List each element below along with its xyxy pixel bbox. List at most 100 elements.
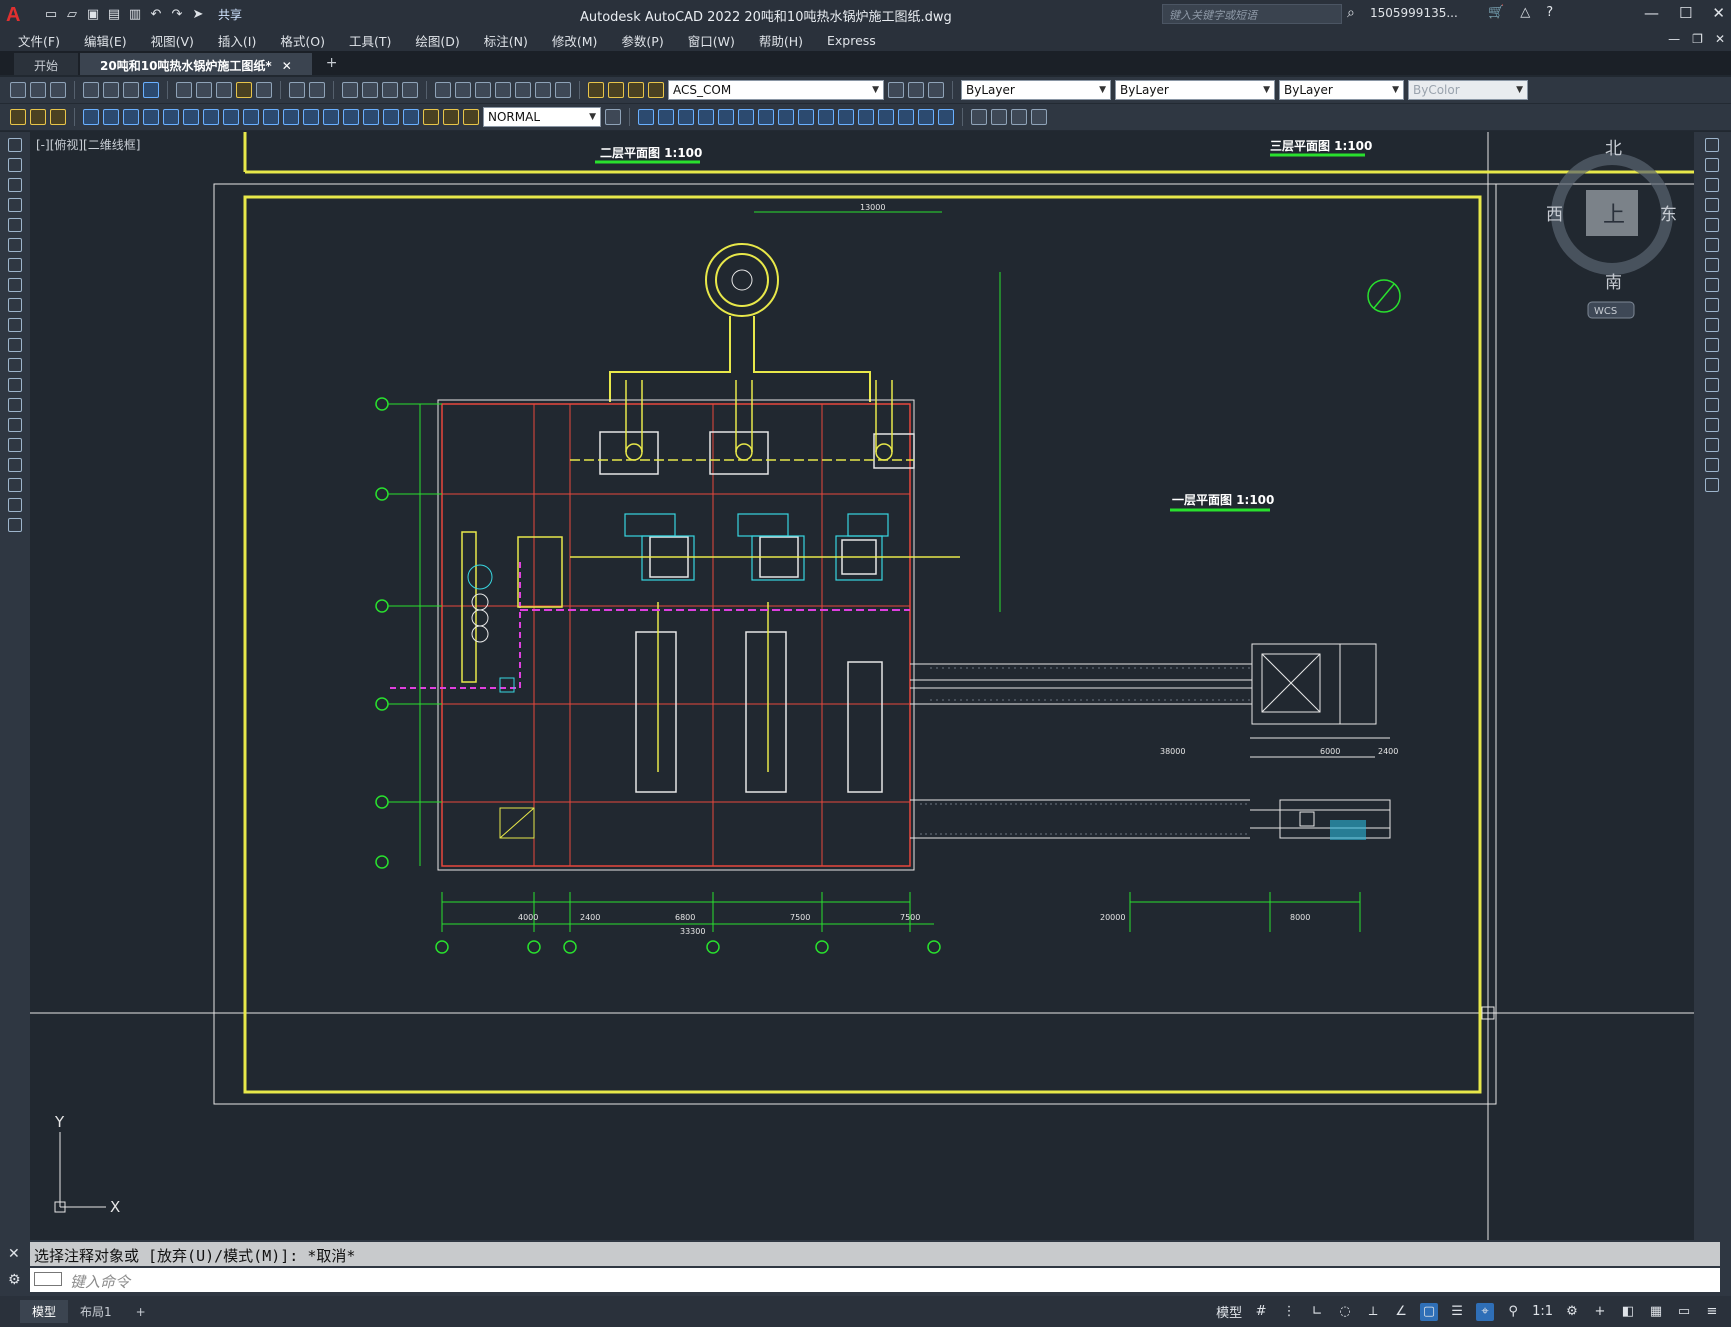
center-mark-icon[interactable] — [363, 109, 379, 125]
dim-style-icon[interactable] — [605, 109, 621, 125]
revision-cloud-icon[interactable] — [8, 278, 22, 292]
tool-palettes-icon[interactable] — [475, 82, 491, 98]
dimstyle-dropdown[interactable]: NORMAL ▼ — [483, 107, 601, 127]
plot-toolbar-icon[interactable] — [83, 82, 99, 98]
menu-help[interactable]: 帮助(H) — [759, 31, 803, 50]
block-editor-icon[interactable] — [256, 82, 272, 98]
wcs-menu[interactable]: WCS — [1594, 306, 1617, 317]
doc-restore-icon[interactable]: ❐ — [1692, 32, 1703, 46]
tab-model[interactable]: 模型 — [20, 1300, 69, 1323]
annotation-scale[interactable]: 1:1 — [1532, 1304, 1553, 1319]
dim-break-icon[interactable] — [323, 109, 339, 125]
linear-dim-icon[interactable] — [83, 109, 99, 125]
join-vertical-icon[interactable] — [1705, 398, 1719, 412]
erase-vertical-icon[interactable] — [1705, 138, 1719, 152]
hatch-icon[interactable] — [8, 418, 22, 432]
point-icon[interactable] — [8, 398, 22, 412]
continue-dim-icon[interactable] — [283, 109, 299, 125]
cart-icon[interactable]: 🛒 — [1488, 5, 1504, 20]
tab-layout1[interactable]: 布局1 — [68, 1300, 124, 1323]
bring-above-icon[interactable] — [1031, 109, 1047, 125]
doc-close-icon[interactable]: ✕ — [1715, 32, 1725, 46]
scale-vertical-icon[interactable] — [1705, 278, 1719, 292]
qnew-icon[interactable] — [10, 82, 26, 98]
autocad-logo[interactable]: A — [6, 4, 28, 26]
ortho-icon[interactable]: ∟ — [1308, 1303, 1326, 1321]
menu-window[interactable]: 窗口(W) — [688, 31, 735, 50]
circle-icon[interactable] — [8, 258, 22, 272]
angular-dim-icon[interactable] — [223, 109, 239, 125]
new-tab-icon[interactable]: + — [314, 51, 350, 75]
draw-order-icon[interactable] — [971, 109, 987, 125]
tab-start[interactable]: 开始 — [14, 53, 79, 75]
trim-icon[interactable] — [818, 109, 834, 125]
layer-state-icon[interactable] — [928, 82, 944, 98]
sheet-set-icon[interactable] — [495, 82, 511, 98]
construction-line-icon[interactable] — [8, 158, 22, 172]
join-icon[interactable] — [878, 109, 894, 125]
zoom-previous-icon[interactable] — [402, 82, 418, 98]
viewcube-north[interactable]: 北 — [1605, 139, 1622, 159]
osnap-tracking-icon[interactable]: ∠ — [1392, 1303, 1410, 1321]
dim-text-edit-icon[interactable] — [443, 109, 459, 125]
rotate-icon[interactable] — [758, 109, 774, 125]
share-button[interactable]: 共享 — [218, 6, 242, 23]
maximize-icon[interactable]: ☐ — [1679, 4, 1692, 22]
save-as-icon[interactable]: ▤ — [107, 7, 121, 22]
chamfer-vertical-icon[interactable] — [1705, 418, 1719, 432]
radius-dim-icon[interactable] — [163, 109, 179, 125]
new-file-icon[interactable]: ▭ — [44, 7, 58, 22]
fillet-vertical-icon[interactable] — [1705, 438, 1719, 452]
tab-close-icon[interactable]: ✕ — [282, 59, 292, 73]
menu-insert[interactable]: 插入(I) — [218, 31, 256, 50]
break-icon[interactable] — [858, 109, 874, 125]
viewcube-south[interactable]: 南 — [1605, 273, 1622, 293]
customize-icon[interactable]: ⚙ — [8, 1272, 21, 1288]
explode-vertical-icon[interactable] — [1705, 478, 1719, 492]
polar-icon[interactable]: ◌ — [1336, 1303, 1354, 1321]
scale-icon[interactable] — [778, 109, 794, 125]
undo-icon[interactable]: ↶ — [149, 7, 163, 22]
viewport-controls-label[interactable]: [-][俯视][二维线框] — [36, 136, 140, 153]
arc-icon[interactable] — [8, 238, 22, 252]
arc-length-icon[interactable] — [123, 109, 139, 125]
customize-status-icon[interactable]: ≡ — [1703, 1303, 1721, 1321]
save-icon[interactable]: ▣ — [86, 7, 100, 22]
select-similar-icon[interactable] — [50, 109, 66, 125]
save-toolbar-icon[interactable] — [50, 82, 66, 98]
markup-icon[interactable] — [515, 82, 531, 98]
aligned-dim-icon[interactable] — [103, 109, 119, 125]
menu-view[interactable]: 视图(V) — [151, 31, 194, 50]
menu-tools[interactable]: 工具(T) — [349, 31, 391, 50]
drawing-viewport[interactable]: [-][俯视][二维线框] 二层平面图 1:100 三层平面图 1:100 一层… — [30, 132, 1694, 1240]
menu-draw[interactable]: 绘图(D) — [415, 31, 459, 50]
tolerance-icon[interactable] — [343, 109, 359, 125]
extend-vertical-icon[interactable] — [1705, 338, 1719, 352]
user-account[interactable]: 1505999135... — [1370, 6, 1458, 20]
copy-vertical-icon[interactable] — [1705, 158, 1719, 172]
autodesk-app-icon[interactable]: △ — [1520, 5, 1530, 20]
insert-block-icon[interactable] — [8, 358, 22, 372]
blend-vertical-icon[interactable] — [1705, 458, 1719, 472]
array-icon[interactable] — [718, 109, 734, 125]
diameter-dim-icon[interactable] — [203, 109, 219, 125]
move-icon[interactable] — [738, 109, 754, 125]
clean-screen-icon[interactable]: ▭ — [1675, 1303, 1693, 1321]
viewcube-face[interactable]: 上 — [1603, 203, 1625, 228]
match-prop-icon[interactable] — [10, 109, 26, 125]
zoom-window-icon[interactable] — [382, 82, 398, 98]
mirror-vertical-icon[interactable] — [1705, 178, 1719, 192]
close-command-line-icon[interactable]: ✕ — [8, 1246, 20, 1262]
layer-lock-icon[interactable] — [648, 82, 664, 98]
mirror-icon[interactable] — [678, 109, 694, 125]
close-icon[interactable]: ✕ — [1712, 4, 1725, 22]
fillet-icon[interactable] — [918, 109, 934, 125]
plot-icon[interactable]: ▥ — [128, 7, 142, 22]
isodraft-icon[interactable]: ⟂ — [1364, 1303, 1382, 1321]
quick-select-icon[interactable] — [30, 109, 46, 125]
polygon-icon[interactable] — [8, 198, 22, 212]
dim-update-icon[interactable] — [463, 109, 479, 125]
layer-dropdown[interactable]: ACS_COM ▼ — [668, 80, 884, 100]
redo-icon[interactable]: ↷ — [170, 7, 184, 22]
line-icon[interactable] — [8, 138, 22, 152]
